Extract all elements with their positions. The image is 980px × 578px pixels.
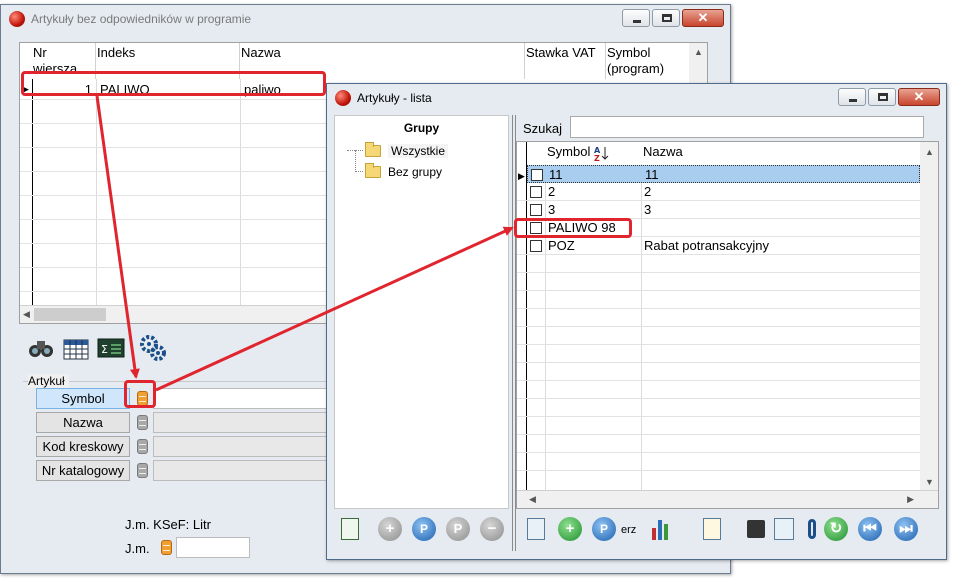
- formula-icon[interactable]: Σ: [96, 334, 126, 362]
- preview-group-button[interactable]: P: [445, 516, 471, 542]
- maximize-button[interactable]: [868, 88, 896, 106]
- col-header-symbol[interactable]: Symbol AZ: [545, 142, 641, 164]
- jm-input[interactable]: [176, 537, 250, 558]
- folder-icon: [365, 142, 381, 157]
- add-article-button[interactable]: +: [557, 516, 583, 542]
- database-icon: [137, 439, 148, 454]
- window1-title: Artykuły bez odpowiedników w programie: [31, 12, 252, 26]
- svg-text:Z: Z: [594, 154, 600, 161]
- scroll-right-icon[interactable]: ▶: [907, 494, 914, 505]
- settings-icon[interactable]: [138, 334, 168, 362]
- group-properties-icon[interactable]: [337, 516, 363, 542]
- symbol-field-label[interactable]: Symbol: [36, 388, 130, 409]
- kod-kreskowy-field-label[interactable]: Kod kreskowy: [36, 436, 130, 457]
- scroll-up-icon[interactable]: ▲: [925, 147, 934, 157]
- list-icon[interactable]: [699, 516, 725, 542]
- vertical-scrollbar[interactable]: ▲ ▼: [920, 142, 938, 490]
- groups-header: Grupy: [403, 121, 440, 135]
- import-icon[interactable]: [523, 516, 549, 542]
- search-article-button[interactable]: P: [591, 516, 617, 542]
- row-pointer-icon: ▶: [518, 171, 525, 181]
- col-header-vat[interactable]: Stawka VAT: [525, 43, 606, 79]
- highlight-symbol-button: [124, 380, 156, 408]
- chart-icon[interactable]: [647, 516, 673, 542]
- link-icon[interactable]: [799, 516, 825, 542]
- list-item[interactable]: POZ Rabat potransakcyjny: [527, 237, 920, 255]
- maximize-button[interactable]: [652, 9, 680, 27]
- nazwa-lookup-button[interactable]: [134, 412, 151, 433]
- copy-icon[interactable]: [771, 516, 797, 542]
- refresh-button[interactable]: ↻: [823, 516, 849, 542]
- list-item[interactable]: 11 11: [527, 165, 920, 183]
- sort-az-icon[interactable]: AZ: [594, 145, 610, 163]
- scroll-thumb[interactable]: [34, 308, 106, 321]
- scroll-left-icon[interactable]: ◀: [23, 309, 30, 320]
- database-icon: [137, 415, 148, 430]
- kod-kreskowy-lookup-button[interactable]: [134, 436, 151, 457]
- search-label: Szukaj: [523, 121, 563, 136]
- symbol-input[interactable]: [153, 388, 328, 409]
- table-icon[interactable]: [61, 334, 91, 362]
- nr-katalogowy-lookup-button[interactable]: [134, 460, 151, 481]
- search-input[interactable]: [570, 116, 924, 138]
- search-group-button[interactable]: P: [411, 516, 437, 542]
- jm-label: J.m.: [125, 541, 150, 556]
- highlight-source-row: [21, 71, 326, 96]
- last-page-button[interactable]: ⏭: [893, 516, 919, 542]
- highlight-target-row: [514, 218, 632, 238]
- scroll-up-icon[interactable]: ▲: [694, 47, 703, 57]
- app-icon: [9, 11, 25, 27]
- kod-kreskowy-input[interactable]: [153, 436, 328, 457]
- toolbar-text: erz: [621, 524, 637, 536]
- article-group-label: Artykuł: [28, 374, 69, 388]
- folder-icon: [365, 163, 381, 178]
- jm-ksef-label: J.m. KSeF: Litr: [125, 517, 211, 532]
- scroll-left-icon[interactable]: ◀: [529, 494, 536, 505]
- delete-group-button[interactable]: −: [479, 516, 505, 542]
- window2-titlebar[interactable]: Artykuły - lista ✕: [327, 84, 946, 112]
- nr-katalogowy-input[interactable]: [153, 460, 328, 481]
- app-icon: [335, 90, 351, 106]
- database-icon: [161, 540, 172, 555]
- close-button[interactable]: ✕: [682, 9, 724, 27]
- col-header-symbol-program[interactable]: Symbol (program): [606, 43, 690, 79]
- row-checkbox[interactable]: [530, 204, 542, 216]
- row-checkbox[interactable]: [530, 240, 542, 252]
- nazwa-input[interactable]: [153, 412, 328, 433]
- row-checkbox[interactable]: [530, 186, 542, 198]
- svg-text:Σ: Σ: [101, 343, 108, 356]
- add-group-button[interactable]: +: [377, 516, 403, 542]
- window-articles-list: Artykuły - lista ✕ Grupy Wszystkie Bez g…: [326, 83, 947, 560]
- groups-panel[interactable]: Grupy Wszystkie Bez grupy: [334, 115, 509, 509]
- binoculars-icon[interactable]: [26, 334, 56, 362]
- horizontal-scrollbar[interactable]: ◀ ▶: [517, 490, 938, 508]
- minimize-button[interactable]: [622, 9, 650, 27]
- list-item[interactable]: 3 3: [527, 201, 920, 219]
- window2-title: Artykuły - lista: [357, 91, 432, 105]
- row-checkbox[interactable]: [531, 169, 543, 181]
- group-item-bez-grupy[interactable]: Bez grupy: [365, 163, 442, 179]
- minimize-button[interactable]: [838, 88, 866, 106]
- save-icon[interactable]: [743, 516, 769, 542]
- col-header-nazwa[interactable]: Nazwa: [641, 142, 911, 164]
- first-page-button[interactable]: ⏮: [857, 516, 883, 542]
- group-item-wszystkie[interactable]: Wszystkie: [365, 142, 448, 158]
- list-item[interactable]: 2 2: [527, 183, 920, 201]
- window1-titlebar[interactable]: Artykuły bez odpowiedników w programie ✕: [1, 5, 730, 33]
- scroll-down-icon[interactable]: ▼: [925, 477, 934, 487]
- nr-katalogowy-field-label[interactable]: Nr katalogowy: [36, 460, 130, 481]
- close-button[interactable]: ✕: [898, 88, 940, 106]
- database-icon: [137, 463, 148, 478]
- nazwa-field-label[interactable]: Nazwa: [36, 412, 130, 433]
- jm-lookup-button[interactable]: [158, 537, 175, 558]
- articles-list-grid[interactable]: Symbol AZ Nazwa ▶ 11 11 2 2 3 3 PALIWO 9…: [516, 141, 939, 509]
